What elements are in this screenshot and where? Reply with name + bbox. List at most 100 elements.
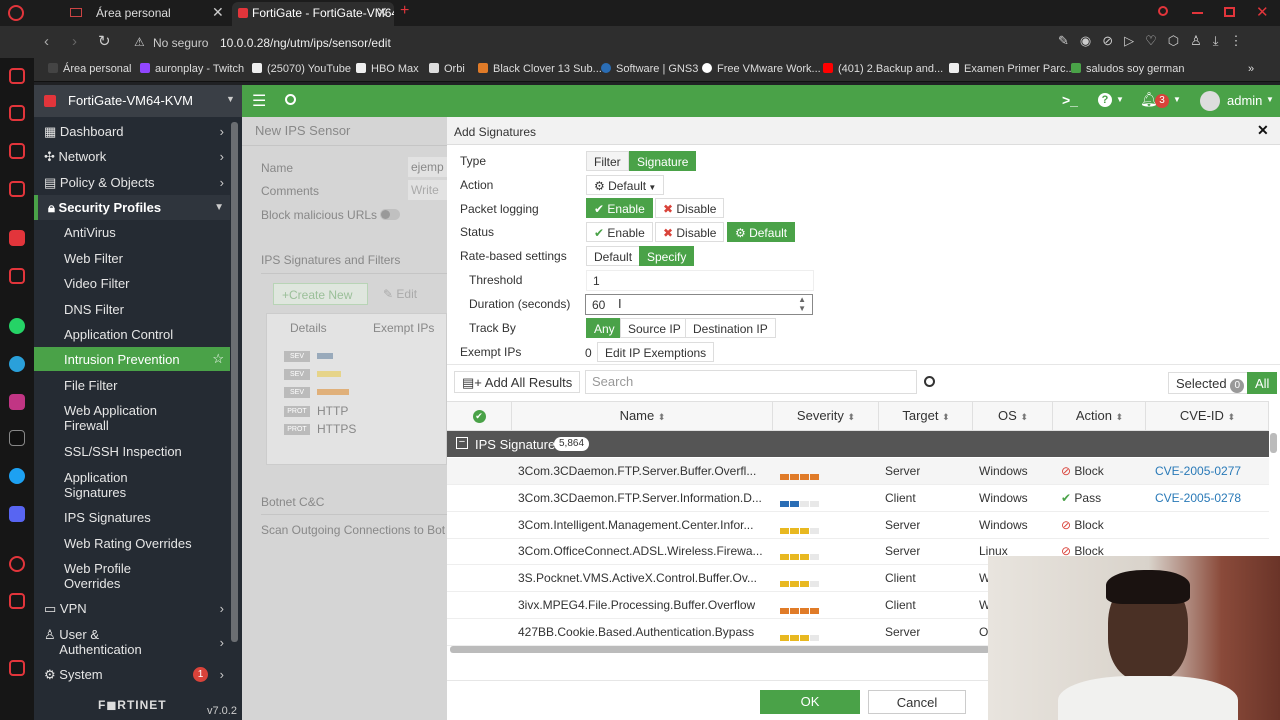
sidebar-scrollbar[interactable] <box>231 122 238 642</box>
col-name[interactable]: Name ⬍ <box>513 401 773 431</box>
sidebar-item-video-filter[interactable]: Video Filter <box>34 276 230 291</box>
minimize-icon[interactable] <box>1192 12 1203 14</box>
gaming-icon[interactable] <box>9 181 25 197</box>
sidebar-item-intrusion-prevention[interactable]: Intrusion Prevention ☆ <box>34 347 230 371</box>
duration-input[interactable]: 60 I ▲ ▼ <box>585 294 813 315</box>
track-source-button[interactable]: Source IP <box>620 318 689 338</box>
col-target[interactable]: Target ⬍ <box>880 401 973 431</box>
whatsapp-icon[interactable] <box>9 318 25 334</box>
action-dropdown[interactable]: ⚙ Default ▼ <box>586 175 665 195</box>
status-enable-button[interactable]: ✔ Enable <box>586 222 653 242</box>
table-scrollbar[interactable] <box>1270 433 1277 453</box>
sidebar-item-vpn[interactable]: ▭ VPN › <box>34 601 230 616</box>
type-filter-button[interactable]: Filter <box>586 151 629 171</box>
tab-fortigate[interactable]: FortiGate - FortiGate-VM64 <box>232 2 394 26</box>
bookmark-examen[interactable]: Examen Primer Parc... <box>949 63 1075 75</box>
sidebar-item-dns-filter[interactable]: DNS Filter <box>34 302 230 317</box>
bookmark-backup[interactable]: (401) 2.Backup and... <box>823 63 943 75</box>
edit-button[interactable]: ✎ Edit <box>383 287 417 301</box>
sidebar-item-policy[interactable]: ▤ Policy & Objects › <box>34 175 230 190</box>
bookmark-area-personal[interactable]: Área personal <box>48 63 132 75</box>
col-os[interactable]: OS ⬍ <box>974 401 1053 431</box>
sidebar-item-web-filter[interactable]: Web Filter <box>34 251 230 266</box>
comments-input[interactable]: Write <box>408 180 448 200</box>
logging-enable-button[interactable]: ✔ Enable <box>586 198 653 218</box>
sidebar-item-network[interactable]: ✣ Network › <box>34 149 230 164</box>
sidebar-item-security-profiles[interactable]: 🔒︎ Security Profiles ▼ <box>34 195 230 220</box>
col-action[interactable]: Action ⬍ <box>1054 401 1146 431</box>
close-window-icon[interactable]: ✕ <box>1256 3 1269 21</box>
add-all-results-button[interactable]: ▤+ Add All Results <box>454 371 581 393</box>
all-toggle[interactable]: All <box>1247 372 1278 394</box>
star-icon[interactable]: ☆ <box>212 351 224 366</box>
sidebar-item-ips-signatures[interactable]: IPS Signatures <box>34 510 230 525</box>
instagram-app-icon[interactable] <box>9 394 25 410</box>
cli-console-icon[interactable]: >_ <box>1062 92 1078 108</box>
search-icon[interactable] <box>285 94 296 105</box>
search-tabs-icon[interactable] <box>1158 6 1168 16</box>
spinner-icon[interactable]: ▲ ▼ <box>798 295 806 313</box>
instagram-icon[interactable] <box>9 230 25 246</box>
status-default-button[interactable]: ⚙ Default <box>727 222 796 242</box>
type-signature-button[interactable]: Signature <box>629 151 697 171</box>
bookmark-black-clover[interactable]: Black Clover 13 Sub... <box>478 63 602 75</box>
sidebar-item-user-auth[interactable]: ♙ User & Authentication › <box>34 627 230 657</box>
rate-default-button[interactable]: Default <box>586 246 641 266</box>
maximize-icon[interactable] <box>1224 7 1235 17</box>
tiktok-icon[interactable] <box>9 430 25 446</box>
search-icon[interactable] <box>924 376 935 387</box>
search-input[interactable]: Search <box>585 370 917 394</box>
create-new-button[interactable]: +Create New <box>273 283 368 305</box>
twitch-rail-icon[interactable] <box>9 143 25 159</box>
player-icon[interactable] <box>9 556 25 572</box>
user-dropdown-icon[interactable]: ▼ <box>1266 95 1274 104</box>
bookmarks-more-icon[interactable]: » <box>1248 63 1254 75</box>
avatar[interactable] <box>1200 91 1220 111</box>
help-dropdown-icon[interactable]: ▼ <box>1116 95 1124 104</box>
url-field[interactable]: 10.0.0.28/ng/utm/ips/sensor/edit <box>220 36 391 50</box>
messenger-icon[interactable] <box>9 268 25 284</box>
close-icon[interactable]: ✕ <box>1257 122 1269 139</box>
sidebar-item-app-signatures[interactable]: Application Signatures <box>34 470 174 500</box>
settings-rail-icon[interactable] <box>9 660 25 676</box>
horizontal-scrollbar[interactable] <box>450 646 990 653</box>
sidebar-item-waf[interactable]: Web Application Firewall <box>34 403 194 433</box>
tab-close-icon[interactable]: ✕ <box>212 4 224 21</box>
reload-icon[interactable]: ↻ <box>98 32 111 50</box>
table-row[interactable]: 3Com.Intelligent.Management.Center.Infor… <box>447 512 1269 539</box>
sidebar-item-ssl-inspection[interactable]: SSL/SSH Inspection <box>34 444 230 459</box>
bookmark-gns3[interactable]: Software | GNS3 <box>601 63 698 75</box>
bag-icon[interactable] <box>9 105 25 121</box>
col-severity[interactable]: Severity ⬍ <box>774 401 879 431</box>
sidebar-item-file-filter[interactable]: File Filter <box>34 378 230 393</box>
select-all-checkbox[interactable]: ✔ <box>447 401 512 431</box>
discord-icon[interactable] <box>9 506 25 522</box>
ok-button[interactable]: OK <box>760 690 860 714</box>
sidebar-item-dashboard[interactable]: ▦ Dashboard › <box>34 124 230 139</box>
sidebar-item-web-rating-overrides[interactable]: Web Rating Overrides <box>34 536 230 551</box>
collapse-icon[interactable]: − <box>456 437 468 449</box>
table-row[interactable]: 3Com.3CDaemon.FTP.Server.Buffer.Overfl..… <box>447 458 1269 485</box>
telegram-icon[interactable] <box>9 356 25 372</box>
bookmark-hbo[interactable]: HBO Max <box>356 63 419 75</box>
hamburger-menu-icon[interactable]: ☰ <box>252 91 266 111</box>
block-malicious-toggle[interactable] <box>380 209 400 220</box>
cve-link[interactable]: CVE-2005-0278 <box>1155 485 1241 512</box>
cancel-button[interactable]: Cancel <box>868 690 966 714</box>
sidebar-item-antivirus[interactable]: AntiVirus <box>34 225 230 240</box>
bookmark-twitch[interactable]: auronplay - Twitch <box>140 63 244 75</box>
rate-specify-button[interactable]: Specify <box>639 246 695 266</box>
selected-toggle[interactable]: Selected 0 <box>1168 372 1253 394</box>
tab-close-icon[interactable]: ✕ <box>376 4 388 21</box>
group-row[interactable]: − IPS Signature 5,864 <box>447 431 1269 457</box>
forward-icon[interactable]: › <box>72 33 77 50</box>
bookmark-saludos[interactable]: saludos soy german <box>1071 63 1184 75</box>
sidebar-item-application-control[interactable]: Application Control <box>34 327 230 342</box>
speed-dial-icon[interactable] <box>9 68 25 84</box>
sidebar-item-system[interactable]: ⚙ System 1 › <box>34 667 230 682</box>
notif-dropdown-icon[interactable]: ▼ <box>1173 95 1181 104</box>
status-disable-button[interactable]: ✖ Disable <box>655 222 725 242</box>
track-destination-button[interactable]: Destination IP <box>685 318 776 338</box>
device-selector[interactable]: FortiGate-VM64-KVM ▼ <box>34 85 242 117</box>
insecure-warning-icon[interactable]: ⚠ <box>134 35 145 49</box>
